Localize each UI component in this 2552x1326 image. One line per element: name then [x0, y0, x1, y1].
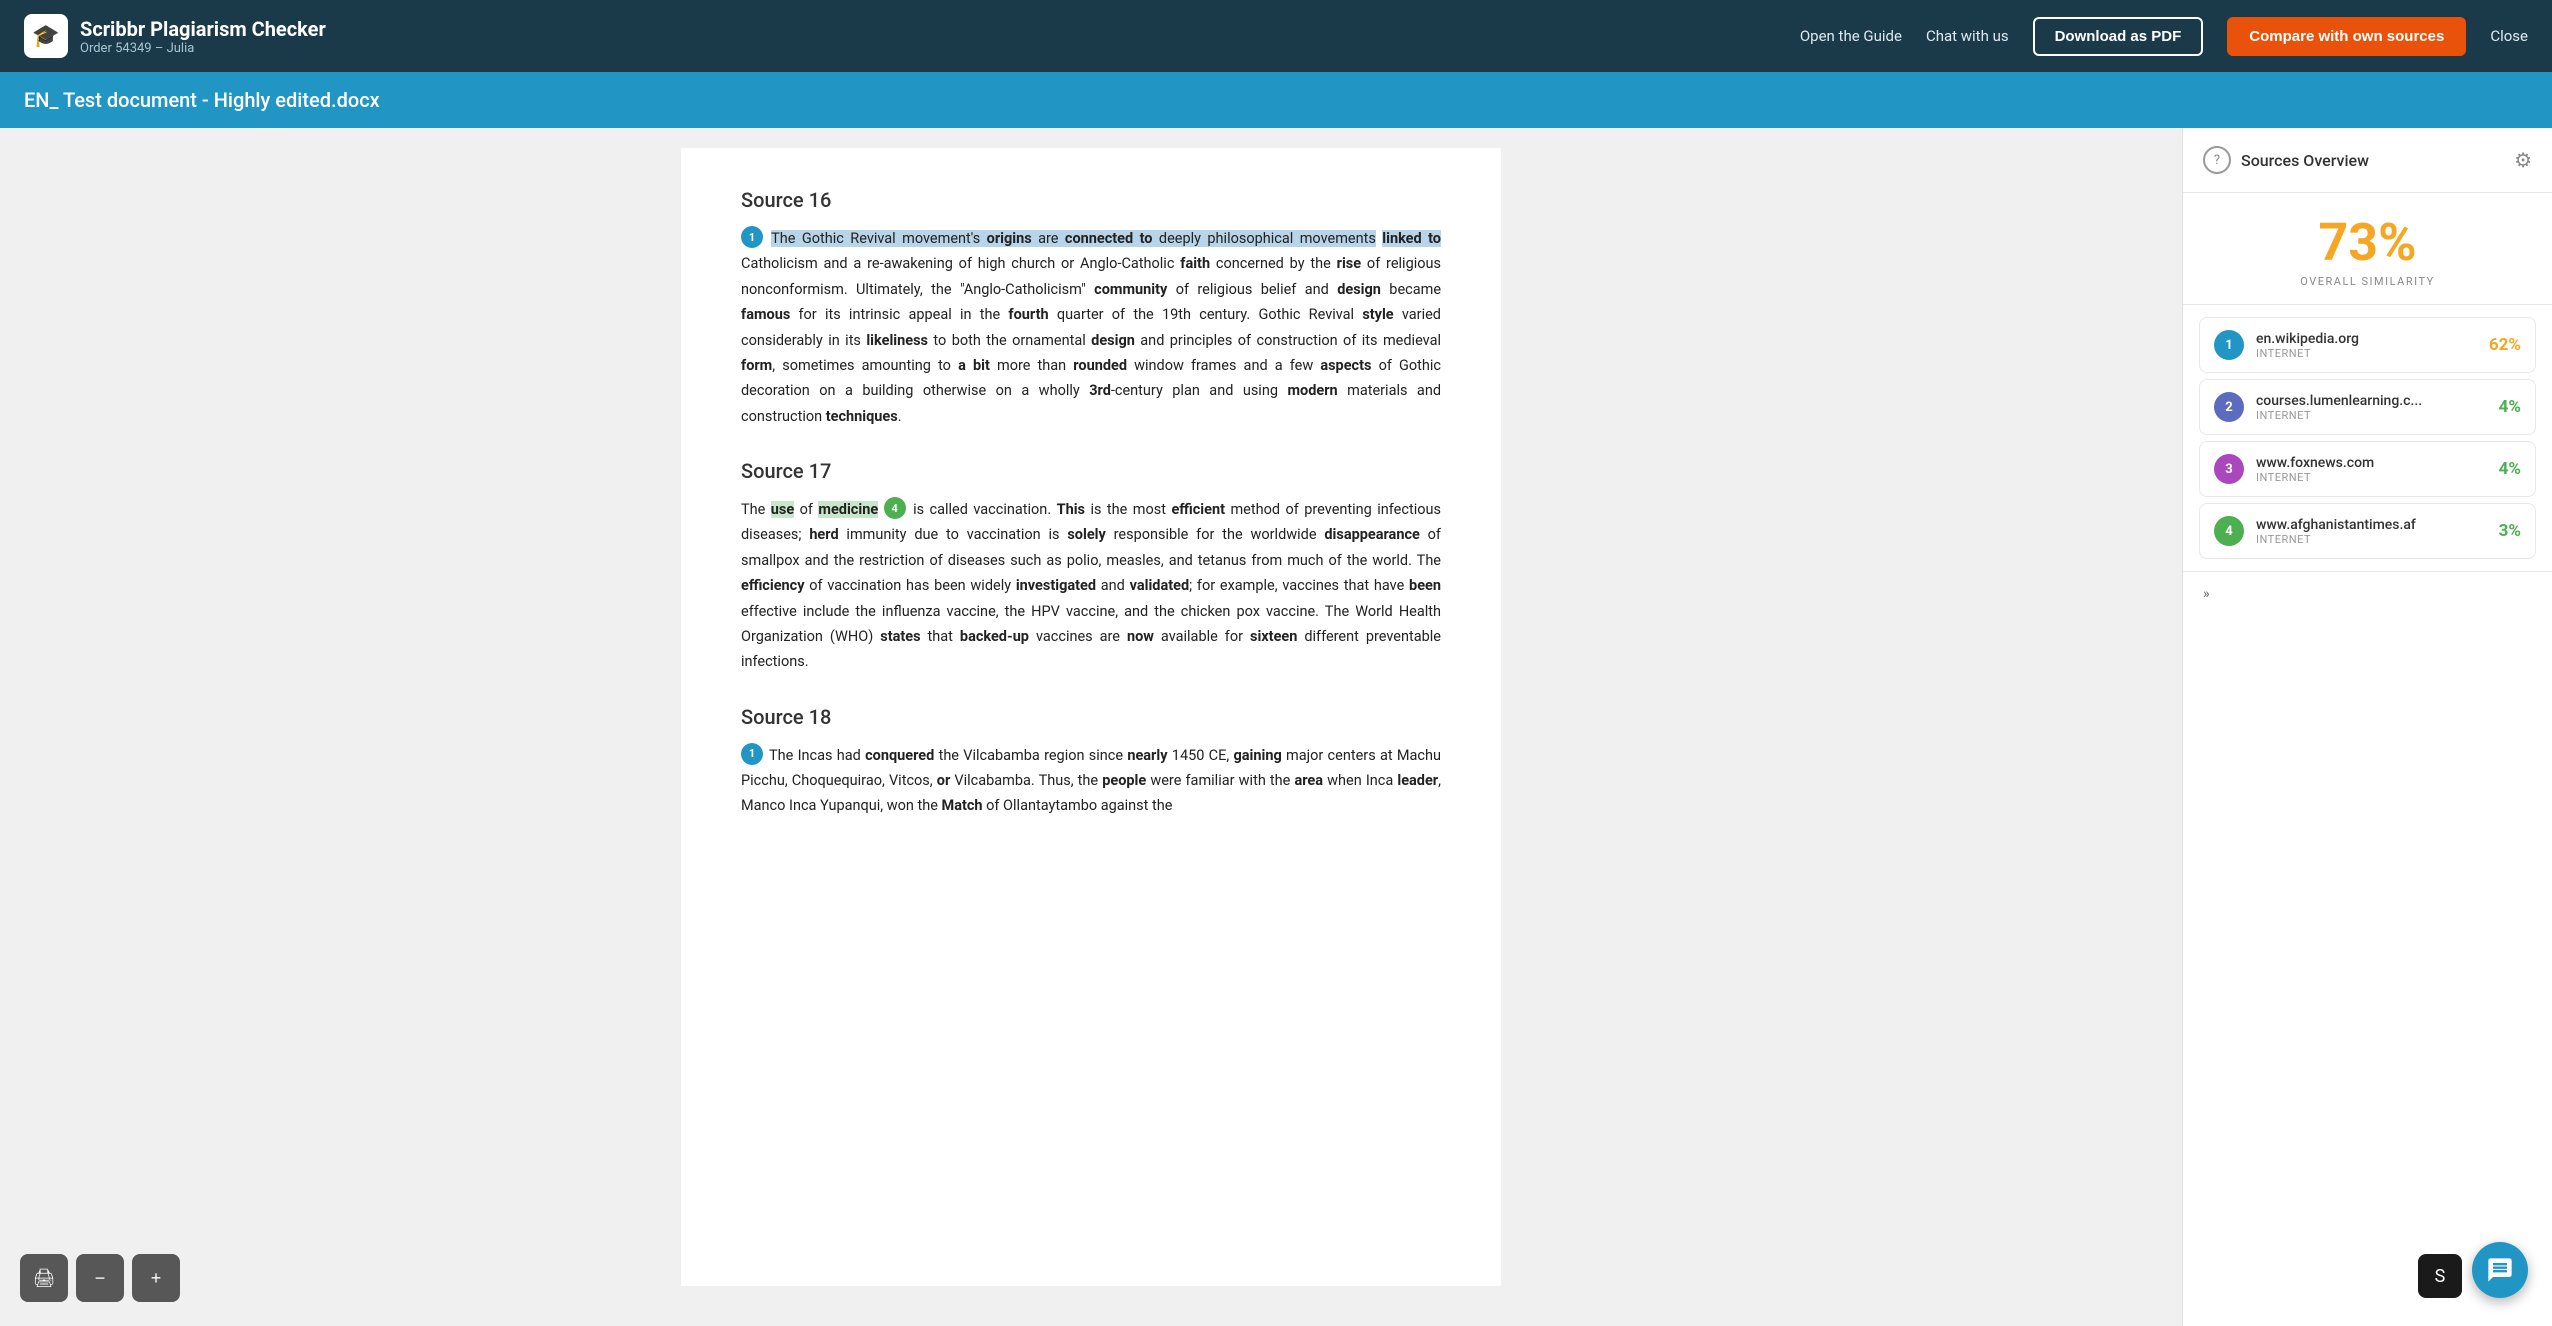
source-domain-4: www.afghanistantimes.af — [2256, 517, 2487, 533]
source-pct-1: 62% — [2489, 335, 2521, 355]
source-pct-2: 4% — [2499, 397, 2521, 417]
source-type-1: INTERNET — [2256, 347, 2477, 360]
source-info-4: www.afghanistantimes.af INTERNET — [2256, 517, 2487, 546]
source-16-heading: Source 16 — [741, 188, 1441, 212]
compare-sources-button[interactable]: Compare with own sources — [2227, 17, 2466, 56]
logo-text: Scribbr Plagiarism Checker Order 54349 –… — [80, 17, 326, 56]
source-num-3: 3 — [2214, 454, 2244, 484]
source-info-1: en.wikipedia.org INTERNET — [2256, 331, 2477, 360]
sidebar-footer: » — [2183, 571, 2552, 616]
symfony-icon[interactable]: S — [2418, 1254, 2462, 1298]
badge-source-4: 4 — [884, 497, 906, 519]
hl-use: use — [771, 501, 794, 518]
highlighted-text-blue-2: linked to — [1382, 230, 1441, 247]
source-num-4: 4 — [2214, 516, 2244, 546]
logo-icon: 🎓 — [24, 14, 68, 58]
similarity-percentage: 73% — [2203, 217, 2532, 269]
top-navigation: 🎓 Scribbr Plagiarism Checker Order 54349… — [0, 0, 2552, 72]
similarity-section: 73% OVERALL SIMILARITY — [2183, 193, 2552, 305]
document-area: Source 16 1 The Gothic Revival movement'… — [0, 128, 2182, 1326]
source-pct-3: 4% — [2499, 459, 2521, 479]
source-domain-2: courses.lumenlearning.c... — [2256, 393, 2487, 409]
bottom-toolbar: 🖨 − + — [20, 1254, 180, 1302]
badge-source-1b: 1 — [741, 743, 763, 765]
chat-icon — [2486, 1256, 2514, 1284]
document-title-bar: EN_ Test document - Highly edited.docx — [0, 72, 2552, 128]
main-layout: Source 16 1 The Gothic Revival movement'… — [0, 128, 2552, 1326]
hl-medicine: medicine — [818, 501, 878, 518]
zoom-out-button[interactable]: − — [76, 1254, 124, 1302]
badge-source-1: 1 — [741, 226, 763, 248]
help-icon[interactable]: ? — [2203, 146, 2231, 174]
settings-icon[interactable]: ⚙ — [2514, 148, 2532, 172]
print-button[interactable]: 🖨 — [20, 1254, 68, 1302]
close-button[interactable]: Close — [2490, 27, 2528, 45]
source-16-content: 1 The Gothic Revival movement's origins … — [741, 226, 1441, 429]
sidebar-header-left: ? Sources Overview — [2203, 146, 2369, 174]
source-item-4[interactable]: 4 www.afghanistantimes.af INTERNET 3% — [2199, 503, 2536, 559]
expand-arrows[interactable]: » — [2203, 586, 2210, 602]
sidebar-title: Sources Overview — [2241, 151, 2369, 170]
source-domain-1: en.wikipedia.org — [2256, 331, 2477, 347]
source-type-3: INTERNET — [2256, 471, 2487, 484]
source-item-1[interactable]: 1 en.wikipedia.org INTERNET 62% — [2199, 317, 2536, 373]
app-title: Scribbr Plagiarism Checker — [80, 17, 326, 41]
source-pct-4: 3% — [2499, 521, 2521, 541]
guide-link[interactable]: Open the Guide — [1800, 27, 1902, 45]
source-domain-3: www.foxnews.com — [2256, 455, 2487, 471]
source-info-3: www.foxnews.com INTERNET — [2256, 455, 2487, 484]
sidebar: ? Sources Overview ⚙ 73% OVERALL SIMILAR… — [2182, 128, 2552, 1326]
document-title: EN_ Test document - Highly edited.docx — [24, 88, 380, 112]
order-info: Order 54349 – Julia — [80, 41, 326, 56]
source-type-4: INTERNET — [2256, 533, 2487, 546]
source-18-content: 1 The Incas had conquered the Vilcabamba… — [741, 743, 1441, 819]
source-17-content: The use of medicine 4 is called vaccinat… — [741, 497, 1441, 675]
source-18-heading: Source 18 — [741, 705, 1441, 729]
download-pdf-button[interactable]: Download as PDF — [2033, 17, 2204, 56]
highlighted-text-blue: The Gothic Revival movement's origins ar… — [771, 230, 1376, 247]
source-num-1: 1 — [2214, 330, 2244, 360]
source-num-2: 2 — [2214, 392, 2244, 422]
source-item-3[interactable]: 3 www.foxnews.com INTERNET 4% — [2199, 441, 2536, 497]
source-type-2: INTERNET — [2256, 409, 2487, 422]
logo-area: 🎓 Scribbr Plagiarism Checker Order 54349… — [24, 14, 326, 58]
sources-list: 1 en.wikipedia.org INTERNET 62% 2 course… — [2183, 305, 2552, 571]
similarity-label: OVERALL SIMILARITY — [2203, 275, 2532, 288]
source-17-heading: Source 17 — [741, 459, 1441, 483]
source-info-2: courses.lumenlearning.c... INTERNET — [2256, 393, 2487, 422]
chat-link[interactable]: Chat with us — [1926, 27, 2009, 45]
chat-button[interactable] — [2472, 1242, 2528, 1298]
source-item-2[interactable]: 2 courses.lumenlearning.c... INTERNET 4% — [2199, 379, 2536, 435]
sidebar-header: ? Sources Overview ⚙ — [2183, 128, 2552, 193]
zoom-in-button[interactable]: + — [132, 1254, 180, 1302]
document-paper: Source 16 1 The Gothic Revival movement'… — [681, 148, 1501, 1286]
